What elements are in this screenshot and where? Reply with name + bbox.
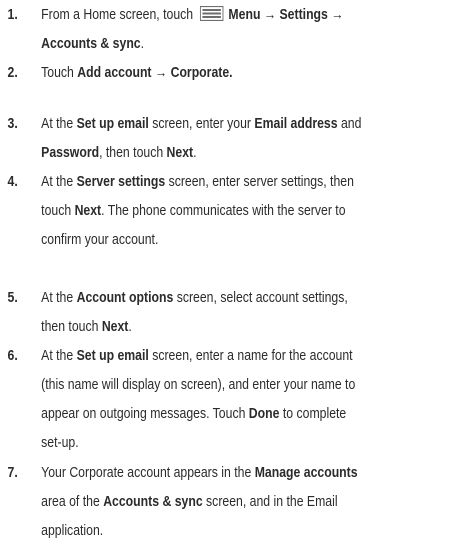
text-run: , then touch [99,145,167,161]
text-run: Touch [41,65,78,81]
text-run: set-up. [41,435,79,451]
step-number: 3. [7,116,18,132]
text-run: touch [41,203,75,219]
step-text: At the Server settings screen, enter ser… [41,168,461,255]
step-text: At the Account options screen, select ac… [41,284,461,342]
text-run: Your Corporate account appears in the [41,465,255,481]
bold-term: Manage accounts [254,465,358,481]
text-run: . The phone communicates with the server… [101,203,346,219]
bold-term: Set up email [76,348,149,364]
bold-term: Menu → Settings → [228,7,344,23]
step-line: application. [41,517,461,546]
text-run: . [193,145,197,161]
text-run: application. [41,523,104,539]
bold-term: Set up email [76,116,149,132]
step-text: From a Home screen, touch Menu → Setting… [41,1,461,59]
text-run: . [128,319,132,335]
step-text: Your Corporate account appears in the Ma… [41,459,461,546]
text-run: At the [41,348,77,364]
text-run: From a Home screen, touch [41,7,197,23]
step-number: 1. [7,7,18,23]
step-line: set-up. [41,429,461,458]
bold-term: Accounts & sync [103,494,203,510]
step-line: At the Server settings screen, enter ser… [41,168,461,197]
step-line: (this name will display on screen), and … [41,371,461,400]
text-run: At the [41,174,77,190]
text-run: appear on outgoing messages. Touch [41,406,249,422]
step-number: 5. [7,290,18,306]
text-run: and [337,116,362,132]
text-run: screen, enter a name for the account [148,348,353,364]
bold-term: Server settings [76,174,166,190]
step-line: Accounts & sync. [41,30,461,59]
text-run: screen, enter your [148,116,255,132]
step-line: appear on outgoing messages. Touch Done … [41,400,461,429]
step-line: area of the Accounts & sync screen, and … [41,488,461,517]
text-run: confirm your account. [41,232,159,248]
text-run: screen, and in the Email [202,494,338,510]
step-line: At the Account options screen, select ac… [41,284,461,313]
step-line: From a Home screen, touch Menu → Setting… [41,1,461,30]
menu-icon [199,6,224,21]
step-text: At the Set up email screen, enter your E… [41,110,461,168]
step-text: At the Set up email screen, enter a name… [41,342,461,458]
step-line: Your Corporate account appears in the Ma… [41,459,461,488]
text-run: . [140,36,145,52]
bold-term: Email address [254,116,338,132]
bold-term: Add account → Corporate. [77,65,233,81]
step-line: At the Set up email screen, enter a name… [41,342,461,371]
step-number: 4. [7,174,18,190]
step-number: 2. [7,65,18,81]
text-run: to complete [279,406,347,422]
step-line: Touch Add account → Corporate. [41,59,461,88]
text-run: screen, enter server settings, then [165,174,354,190]
step-number: 7. [7,465,18,481]
step-number: 6. [7,348,18,364]
instruction-page: 1. From a Home screen, touch Menu → Setti… [0,0,472,546]
text-run: (this name will display on screen), and … [41,377,356,393]
bold-term: Account options [76,290,174,306]
text-run: At the [41,116,77,132]
step-line: confirm your account. [41,226,461,255]
step-line: Password, then touch Next. [41,139,461,168]
step-line: touch Next. The phone communicates with … [41,197,461,226]
text-run: area of the [41,494,104,510]
bold-term: Next [166,145,194,161]
step-line: At the Set up email screen, enter your E… [41,110,461,139]
bold-term: Next [74,203,102,219]
text-run: At the [41,290,77,306]
bold-term: Password [41,145,100,161]
step-line: then touch Next. [41,313,461,342]
text-run: screen, select account settings, [173,290,348,306]
bold-term: Accounts & sync [41,36,141,52]
text-run: then touch [41,319,102,335]
bold-term: Done [248,406,280,422]
step-text: Touch Add account → Corporate. [41,59,461,88]
bold-term: Next [101,319,129,335]
